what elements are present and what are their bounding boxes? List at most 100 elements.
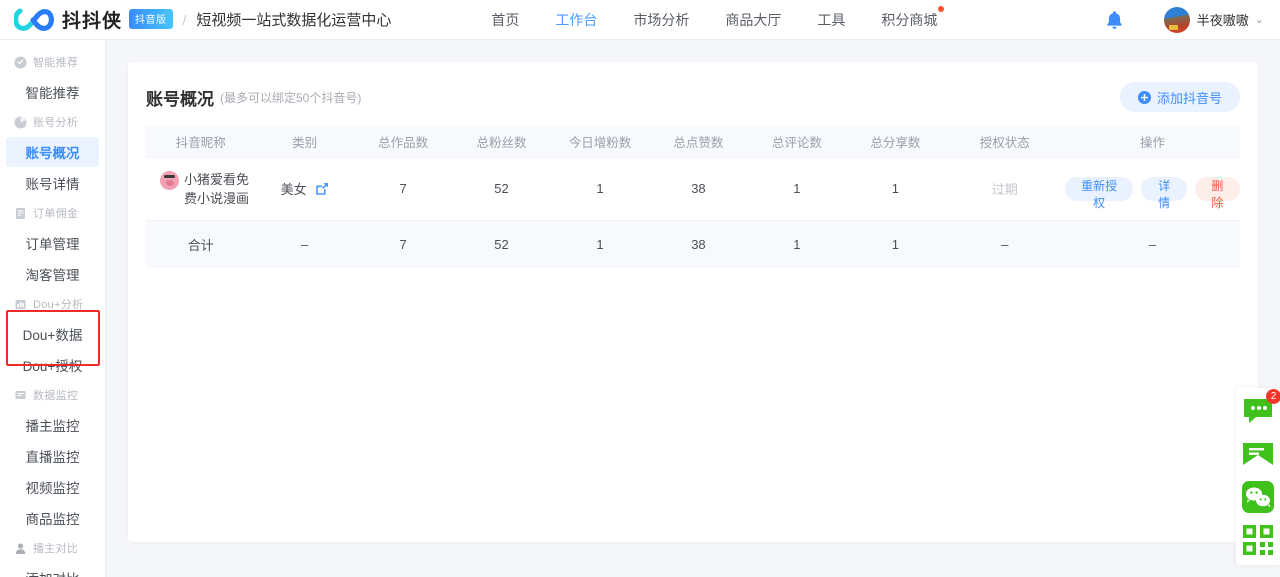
nav-item-workbench[interactable]: 工作台 xyxy=(537,0,615,39)
nav-item-tools[interactable]: 工具 xyxy=(799,0,863,39)
sidebar-item-taoke-management[interactable]: 淘客管理 xyxy=(6,259,99,289)
nav-label: 积分商城 xyxy=(881,10,937,30)
page-title: 账号概况 xyxy=(146,85,214,110)
chevron-down-icon: ⌄ xyxy=(1255,13,1264,26)
cell-fans: 52 xyxy=(452,157,550,220)
add-douyin-account-button[interactable]: 添加抖音号 xyxy=(1120,82,1240,112)
pie-chart-icon xyxy=(14,116,27,129)
sidebar-item-label: 直播监控 xyxy=(26,446,80,466)
pig-avatar xyxy=(160,171,179,190)
cell-auth-status: 过期 xyxy=(945,157,1065,220)
add-button-label: 添加抖音号 xyxy=(1157,88,1222,107)
total-shares: 1 xyxy=(846,220,944,268)
sidebar-item-live-monitor[interactable]: 直播监控 xyxy=(6,441,99,471)
account-nickname: 小猪爱看免费小说漫画 xyxy=(184,170,255,208)
total-works: 7 xyxy=(354,220,452,268)
sidebar-group-data-monitor: 数据监控 xyxy=(0,381,105,409)
nav-item-product-hall[interactable]: 商品大厅 xyxy=(707,0,799,39)
account-overview-card: 账号概况 (最多可以绑定50个抖音号) 添加抖音号 抖音昵称 xyxy=(128,62,1258,542)
sidebar-item-anchor-monitor[interactable]: 播主监控 xyxy=(6,410,99,440)
edit-square-icon[interactable] xyxy=(315,182,329,196)
cell-works: 7 xyxy=(354,157,452,220)
total-fans-today: 1 xyxy=(551,220,649,268)
page-subtitle: (最多可以绑定50个抖音号) xyxy=(220,89,361,106)
brand-version-badge: 抖音版 xyxy=(129,9,173,29)
brand-name: 抖抖侠 xyxy=(62,6,122,33)
envelope-icon[interactable] xyxy=(1241,437,1275,471)
sidebar-item-account-overview[interactable]: 账号概况 xyxy=(6,137,99,167)
category-value: 美女 xyxy=(281,179,307,198)
sidebar-item-add-compare[interactable]: 添加对比 xyxy=(6,563,99,577)
doudouxia-logo-icon xyxy=(14,7,54,33)
cell-shares: 1 xyxy=(846,157,944,220)
sidebar-item-label: Dou+数据 xyxy=(23,324,83,344)
nav-item-home[interactable]: 首页 xyxy=(473,0,537,39)
nav-item-points-mall[interactable]: 积分商城 xyxy=(863,0,955,39)
total-fans: 52 xyxy=(452,220,550,268)
brand-subtitle: 短视频一站式数据化运营中心 xyxy=(196,9,391,30)
col-likes: 总点赞数 xyxy=(649,126,747,157)
card-header: 账号概况 (最多可以绑定50个抖音号) 添加抖音号 xyxy=(146,62,1240,126)
total-likes: 38 xyxy=(649,220,747,268)
table-body: 小猪爱看免费小说漫画 美女 xyxy=(146,157,1240,268)
user-menu[interactable]: 半夜嗷嗷 ⌄ xyxy=(1164,7,1264,33)
total-auth-status: – xyxy=(945,220,1065,268)
wechat-icon[interactable] xyxy=(1241,480,1275,514)
sidebar-item-order-management[interactable]: 订单管理 xyxy=(6,228,99,258)
cell-operations: 重新授权 详情 删除 xyxy=(1065,157,1240,220)
sidebar-item-douplus-data[interactable]: Dou+数据 xyxy=(6,319,99,349)
sidebar-item-label: Dou+授权 xyxy=(23,355,83,375)
sidebar-item-label: 商品监控 xyxy=(26,508,80,528)
header-right: 半夜嗷嗷 ⌄ xyxy=(1105,7,1280,33)
col-operations: 操作 xyxy=(1065,126,1240,157)
nav-label: 工具 xyxy=(817,10,845,30)
sidebar-item-account-detail[interactable]: 账号详情 xyxy=(6,168,99,198)
total-category: – xyxy=(255,220,353,268)
col-works: 总作品数 xyxy=(354,126,452,157)
plus-circle-icon xyxy=(1138,91,1151,104)
sidebar-item-label: 淘客管理 xyxy=(26,264,80,284)
nav-item-market-analysis[interactable]: 市场分析 xyxy=(615,0,707,39)
table-header-row: 抖音昵称 类别 总作品数 总粉丝数 今日增粉数 总点赞数 总评论数 总分享数 授… xyxy=(146,126,1240,157)
status-badge: 过期 xyxy=(992,182,1018,197)
main-nav: 首页 工作台 市场分析 商品大厅 工具 积分商城 xyxy=(473,0,955,39)
sidebar-item-label: 账号详情 xyxy=(26,173,80,193)
document-icon xyxy=(14,207,27,220)
col-shares: 总分享数 xyxy=(846,126,944,157)
sidebar-group-account-analysis: 账号分析 xyxy=(0,108,105,136)
sidebar-group-label: 智能推荐 xyxy=(33,54,78,70)
sidebar-group-label: 数据监控 xyxy=(33,387,78,403)
notification-dot-icon xyxy=(938,6,944,12)
sidebar-item-smart-recommend[interactable]: 智能推荐 xyxy=(6,77,99,107)
reauthorize-button[interactable]: 重新授权 xyxy=(1065,177,1134,201)
sidebar-item-label: 视频监控 xyxy=(26,477,80,497)
sidebar-group-label: 订单佣金 xyxy=(33,205,78,221)
total-comments: 1 xyxy=(748,220,846,268)
sidebar-item-label: 订单管理 xyxy=(26,233,80,253)
sidebar-group-order-commission: 订单佣金 xyxy=(0,199,105,227)
user-icon xyxy=(14,542,27,555)
brand-block[interactable]: 抖抖侠 抖音版 / 短视频一站式数据化运营中心 xyxy=(0,6,391,33)
sidebar-item-video-monitor[interactable]: 视频监控 xyxy=(6,472,99,502)
top-header: 抖抖侠 抖音版 / 短视频一站式数据化运营中心 首页 工作台 市场分析 商品大厅… xyxy=(0,0,1280,40)
col-comments: 总评论数 xyxy=(748,126,846,157)
sidebar-item-label: 账号概况 xyxy=(26,142,80,162)
brand-separator: / xyxy=(183,12,187,28)
bell-icon[interactable] xyxy=(1105,10,1124,30)
sidebar-item-douplus-auth[interactable]: Dou+授权 xyxy=(6,350,99,380)
nav-label: 市场分析 xyxy=(633,10,689,30)
sidebar-group-douplus-analysis: Dou+分析 xyxy=(0,290,105,318)
qrcode-icon[interactable] xyxy=(1241,523,1275,557)
col-category: 类别 xyxy=(255,126,353,157)
sidebar-item-label: 添加对比 xyxy=(26,568,80,577)
compass-icon xyxy=(14,56,27,69)
cell-category: 美女 xyxy=(255,157,353,220)
sidebar-group-label: Dou+分析 xyxy=(33,296,83,312)
sidebar-item-product-monitor[interactable]: 商品监控 xyxy=(6,503,99,533)
detail-button[interactable]: 详情 xyxy=(1141,177,1186,201)
table-total-row: 合计 – 7 52 1 38 1 1 – – xyxy=(146,220,1240,268)
delete-button[interactable]: 删除 xyxy=(1195,177,1240,201)
sidebar-item-label: 智能推荐 xyxy=(26,82,80,102)
nav-label: 商品大厅 xyxy=(725,10,781,30)
chat-bubble-icon[interactable]: 2 xyxy=(1241,394,1275,428)
